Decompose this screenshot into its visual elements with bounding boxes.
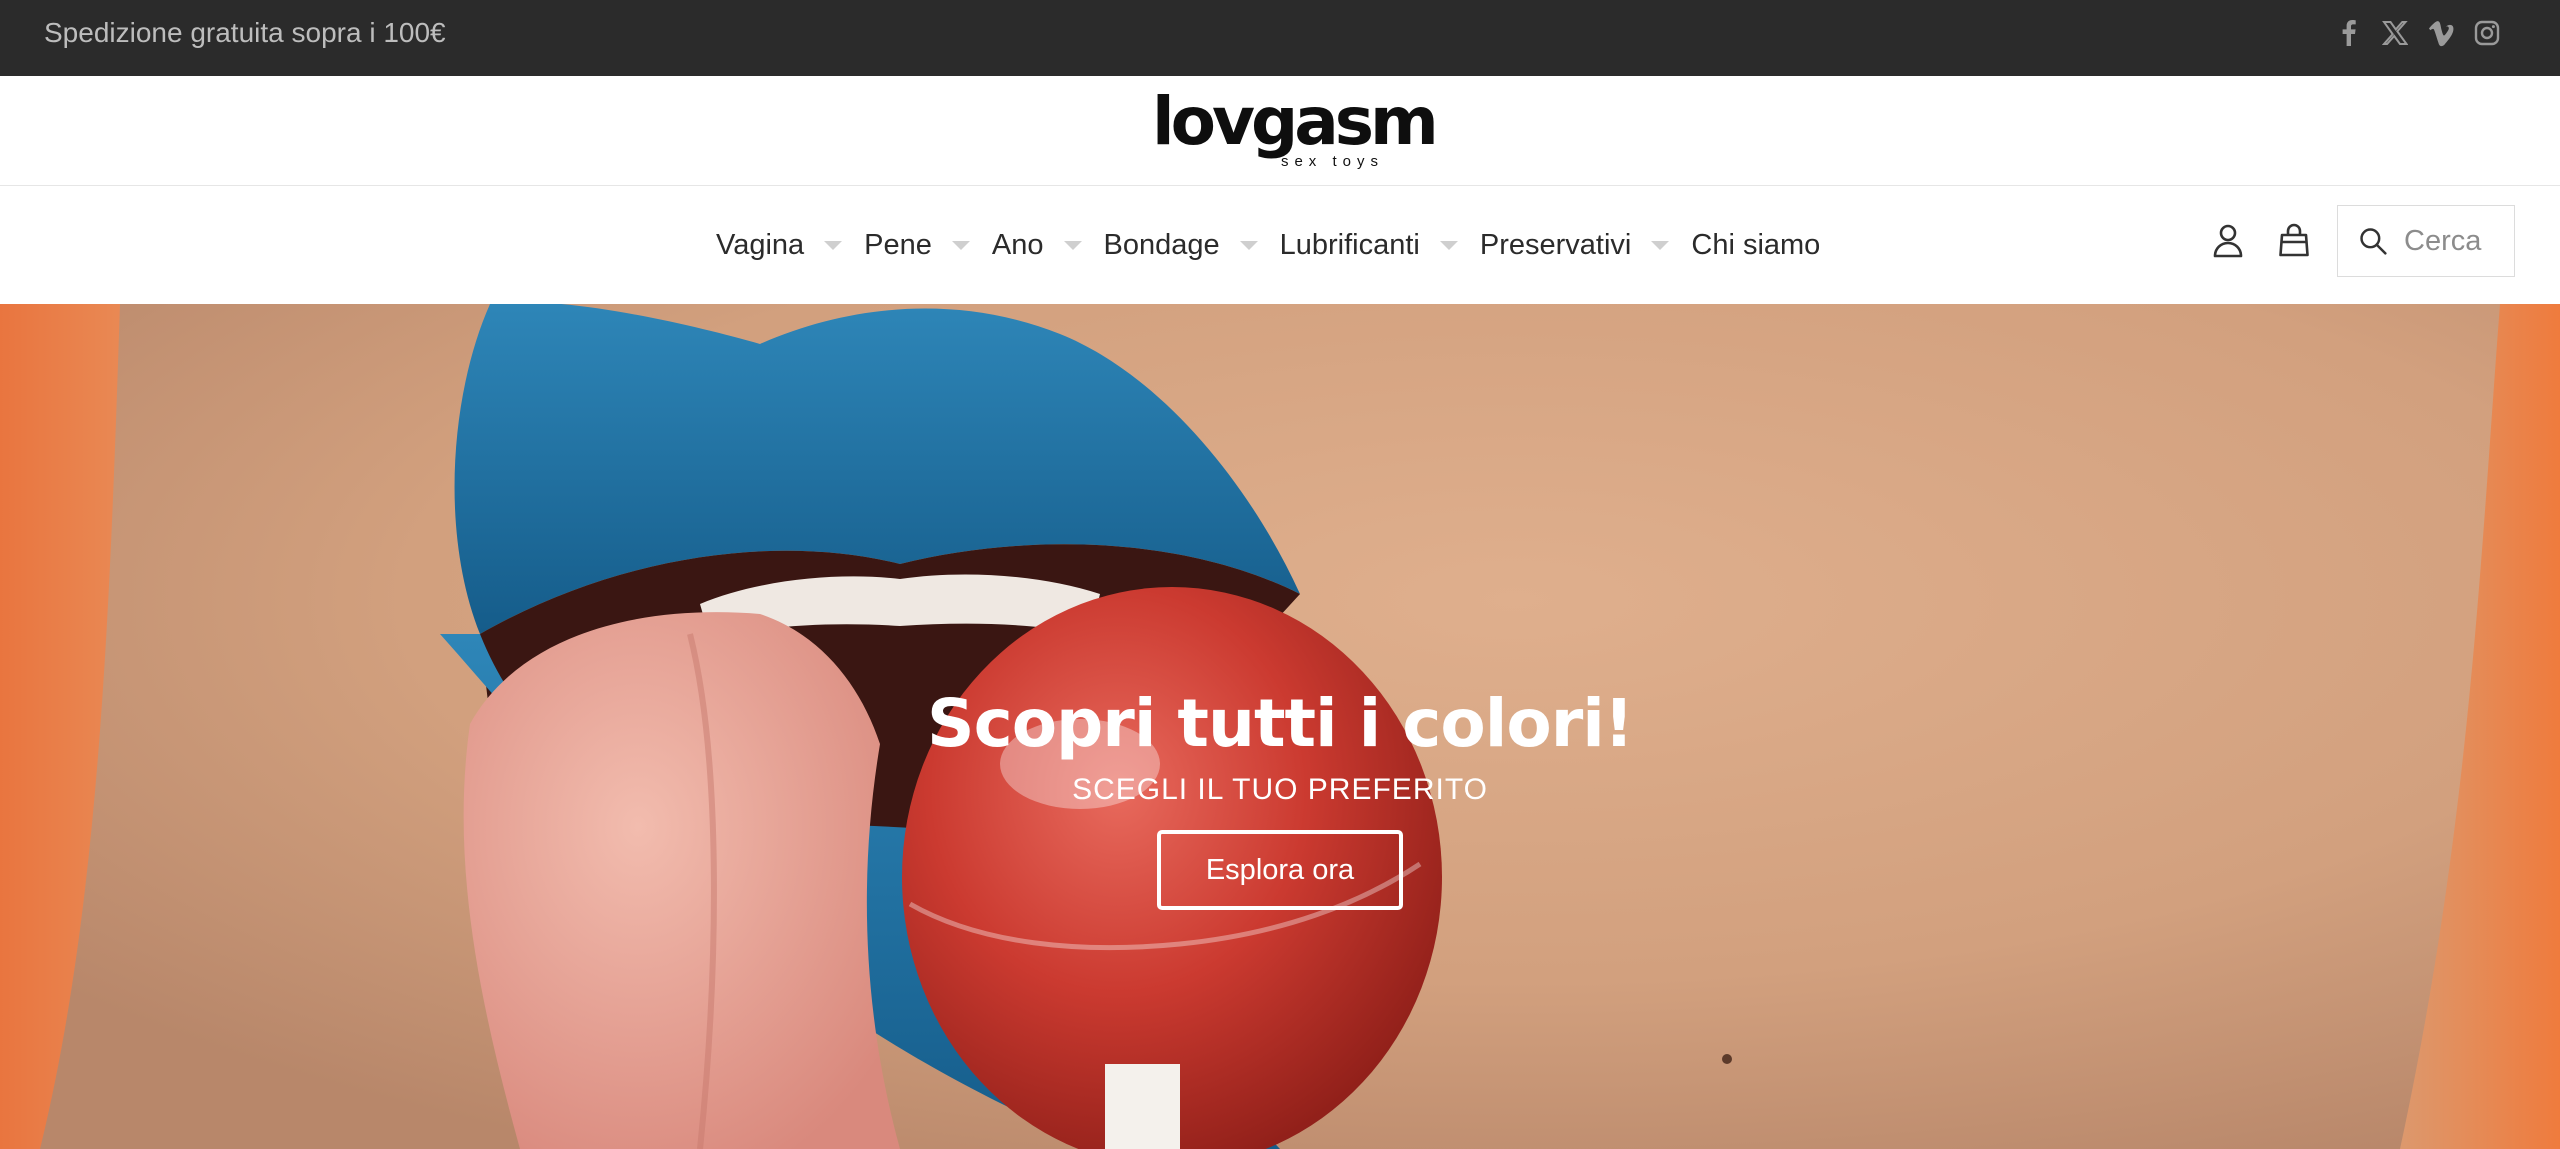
announcement-text: Spedizione gratuita sopra i 100€ xyxy=(44,17,446,48)
search-icon xyxy=(2360,228,2387,255)
nav-item-label: Ano xyxy=(991,229,1044,261)
nav-item-label: Chi siamo xyxy=(1691,229,1821,261)
nav-item-label: Preservativi xyxy=(1479,229,1632,261)
nav-item-label: Pene xyxy=(864,229,932,261)
chevron-down-icon xyxy=(824,240,843,250)
nav-item-pene[interactable]: Pene xyxy=(864,223,992,267)
instagram-icon[interactable] xyxy=(2474,19,2500,47)
nav-item-chi-siamo[interactable]: Chi siamo xyxy=(1691,223,1820,267)
header-icons xyxy=(2210,220,2312,260)
social-links xyxy=(2336,19,2500,47)
search-box[interactable] xyxy=(2337,205,2515,277)
nav-item-ano[interactable]: Ano xyxy=(992,223,1104,267)
nav-item-label: Vagina xyxy=(716,229,805,261)
chevron-down-icon xyxy=(1439,240,1458,250)
logo-tagline: sex toys xyxy=(1280,153,1384,170)
cart-icon[interactable] xyxy=(2276,220,2312,260)
nav-item-preservativi[interactable]: Preservativi xyxy=(1480,223,1692,267)
nav-item-label: Bondage xyxy=(1103,229,1220,261)
hero-title: Scopri tutti i colori! xyxy=(927,685,1634,762)
main-navigation: Vagina Pene Ano Bondage Lubrificanti Pre… xyxy=(0,187,2560,304)
nav-item-vagina[interactable]: Vagina xyxy=(716,223,864,267)
hero-banner: Scopri tutti i colori! SCEGLI IL TUO PRE… xyxy=(0,304,2560,1149)
chevron-down-icon xyxy=(1239,240,1258,250)
chevron-down-icon xyxy=(1063,240,1082,250)
nav-item-bondage[interactable]: Bondage xyxy=(1104,223,1280,267)
nav-menu: Vagina Pene Ano Bondage Lubrificanti Pre… xyxy=(716,223,1820,267)
chevron-down-icon xyxy=(1651,240,1670,250)
nav-item-label: Lubrificanti xyxy=(1279,229,1420,261)
x-icon[interactable] xyxy=(2382,19,2408,47)
logo-wordmark: lovgasm xyxy=(1152,83,1439,160)
hero-content: Scopri tutti i colori! SCEGLI IL TUO PRE… xyxy=(0,682,2560,910)
account-icon[interactable] xyxy=(2210,220,2246,260)
facebook-icon[interactable] xyxy=(2336,19,2362,47)
hero-subtitle: SCEGLI IL TUO PREFERITO xyxy=(1072,773,1488,806)
logo-header: lovgasm sex toys xyxy=(0,76,2560,186)
announcement-bar: Spedizione gratuita sopra i 100€ xyxy=(0,0,2560,76)
chevron-down-icon xyxy=(951,240,970,250)
explore-button[interactable]: Esplora ora xyxy=(1157,830,1403,910)
site-logo[interactable]: lovgasm sex toys xyxy=(1152,83,1439,171)
search-input[interactable] xyxy=(2404,224,2514,258)
vimeo-icon[interactable] xyxy=(2428,19,2454,47)
nav-item-lubrificanti[interactable]: Lubrificanti xyxy=(1280,223,1480,267)
